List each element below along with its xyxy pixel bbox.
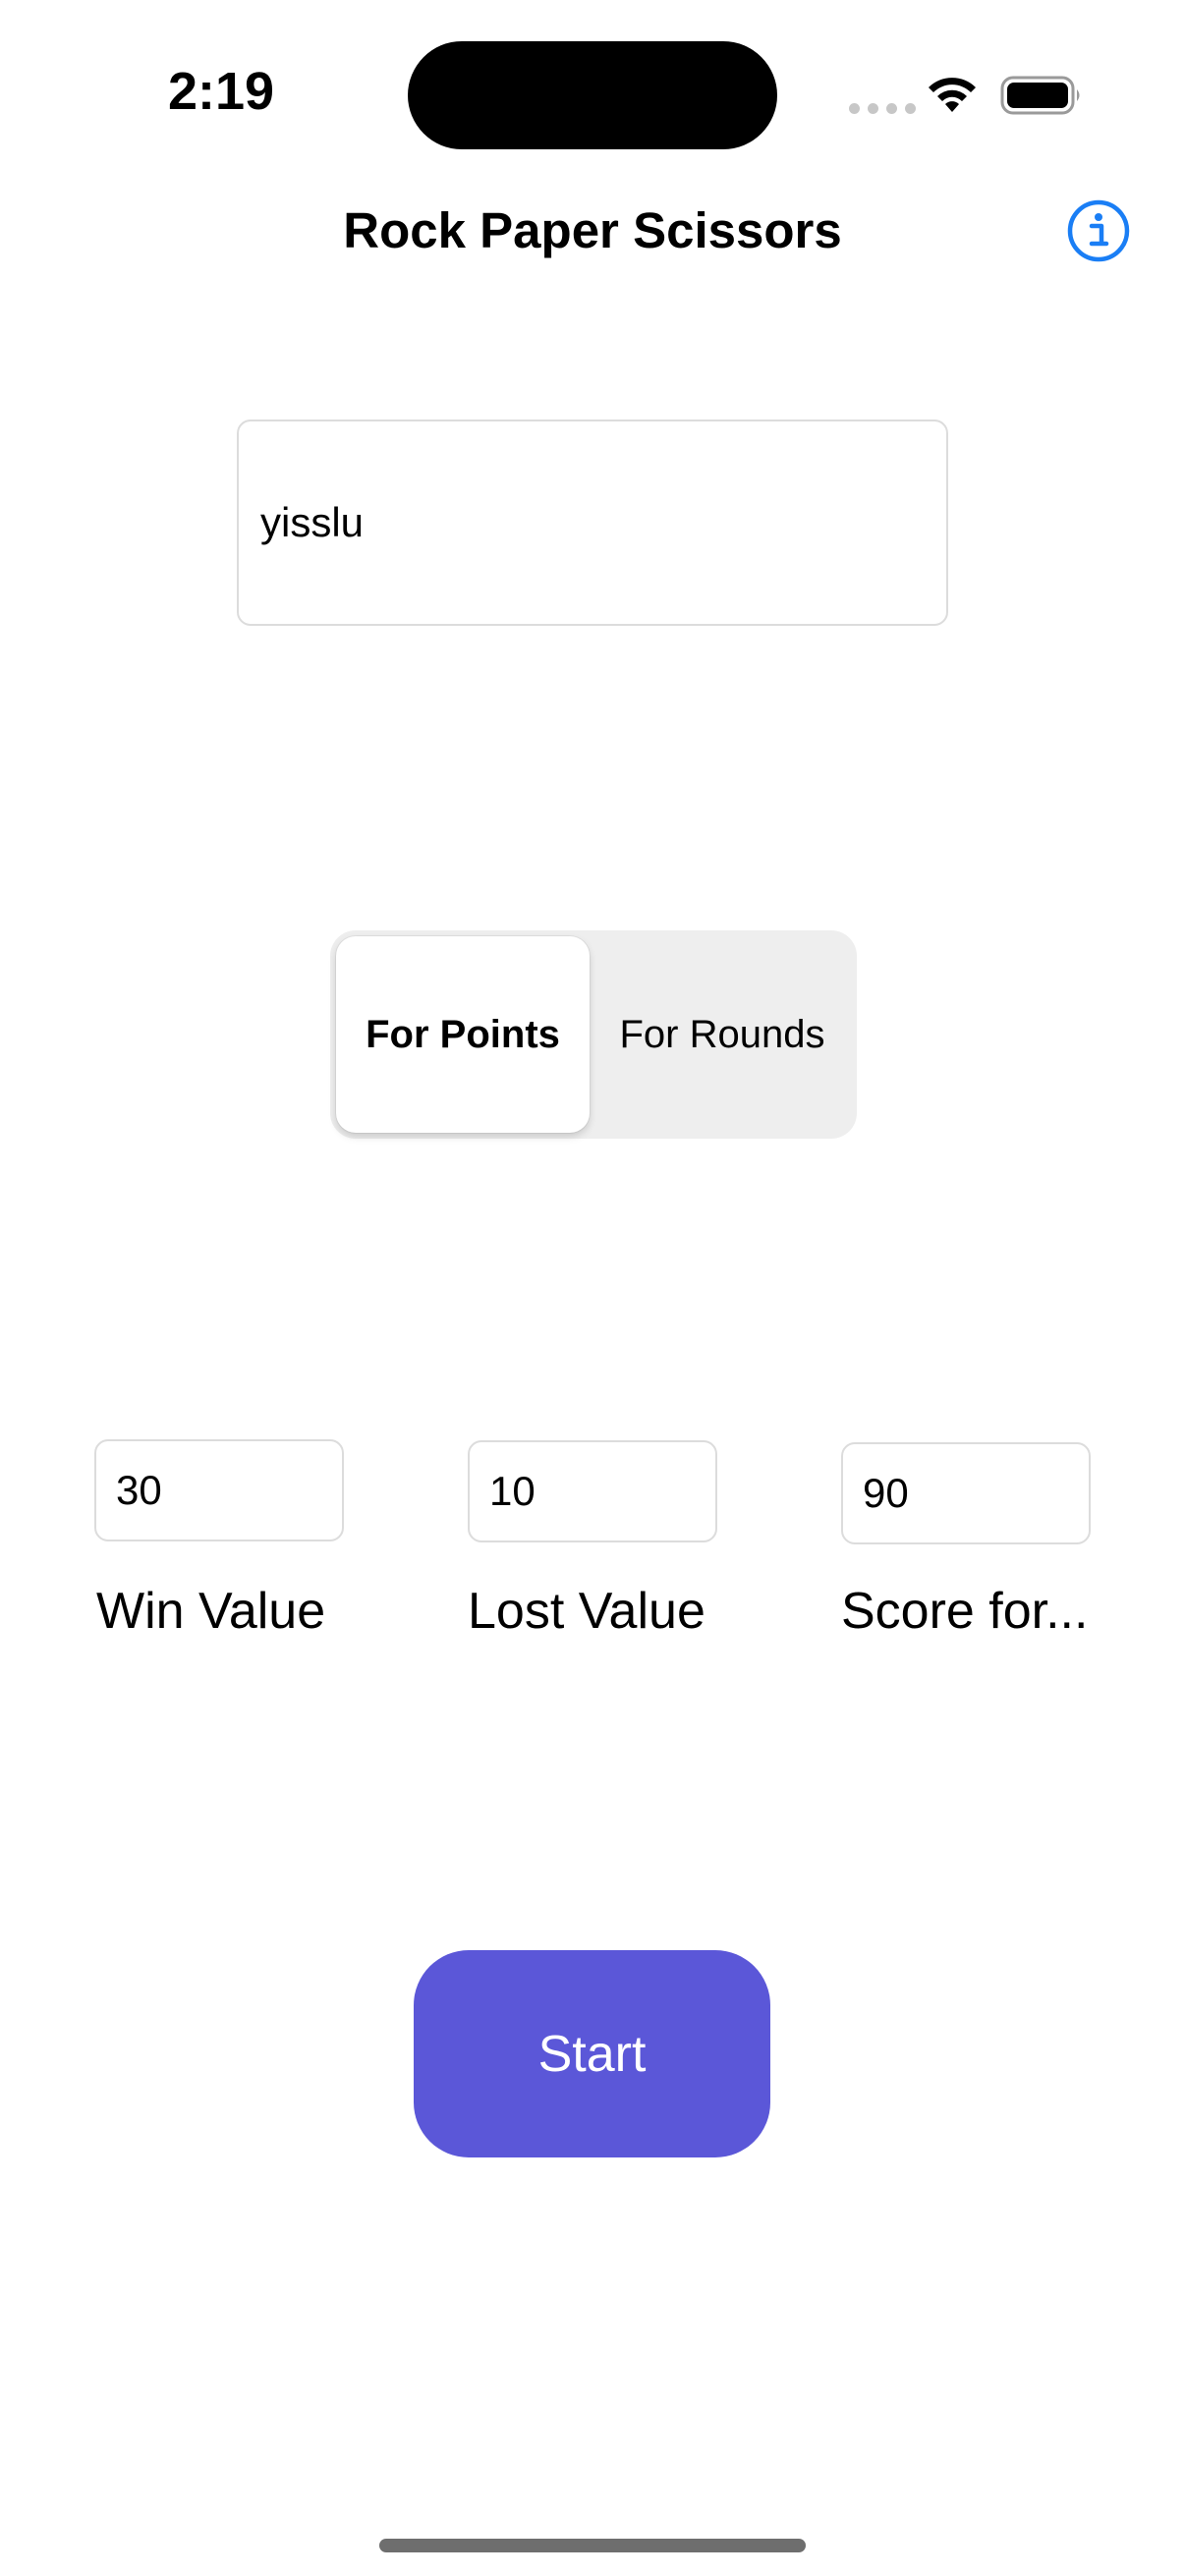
start-button[interactable]: Start xyxy=(414,1950,770,2157)
win-value-field[interactable] xyxy=(94,1439,344,1541)
battery-icon xyxy=(1000,76,1080,115)
cellular-signal-icon xyxy=(849,103,916,114)
mode-segmented-control: For Points For Rounds xyxy=(330,930,857,1139)
info-button[interactable] xyxy=(1066,198,1131,263)
dynamic-island xyxy=(408,41,777,149)
lost-value-field[interactable] xyxy=(468,1440,717,1542)
score-value-label: Score for... xyxy=(841,1583,1087,1640)
lost-value-label: Lost Value xyxy=(468,1583,705,1640)
segment-for-rounds[interactable]: For Rounds xyxy=(593,936,851,1133)
home-indicator[interactable] xyxy=(379,2539,806,2552)
score-value-field[interactable] xyxy=(841,1442,1091,1544)
segment-for-points[interactable]: For Points xyxy=(336,936,590,1133)
player-name-field[interactable] xyxy=(237,420,948,626)
info-circle-icon xyxy=(1067,199,1130,262)
wifi-icon xyxy=(929,78,976,112)
win-value-label: Win Value xyxy=(96,1583,326,1640)
page-title: Rock Paper Scissors xyxy=(343,202,842,258)
status-time: 2:19 xyxy=(167,62,275,121)
